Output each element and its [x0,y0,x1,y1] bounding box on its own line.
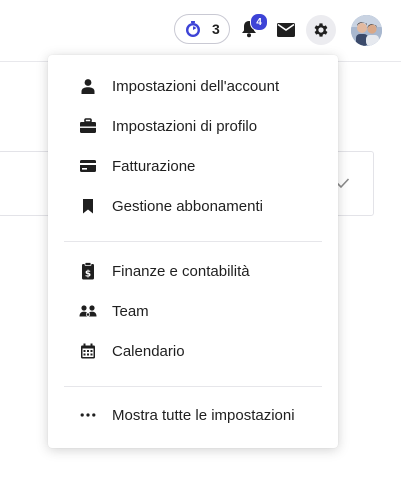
menu-item-label: Calendario [112,342,185,360]
bookmark-icon [79,197,97,215]
mail-icon [276,22,296,38]
credit-card-icon [79,157,97,175]
menu-item-label: Impostazioni dell'account [112,77,280,95]
menu-item-label: Fatturazione [112,157,196,175]
briefcase-icon [79,117,97,135]
timer-button[interactable]: 3 [174,14,230,44]
top-bar: 3 4 [0,0,401,62]
menu-divider [64,386,322,387]
menu-item-team[interactable]: Team [48,293,338,329]
menu-item-calendar[interactable]: Calendario [48,333,338,369]
svg-text:$: $ [85,270,91,280]
timer-count: 3 [212,21,220,37]
settings-menu: Impostazioni dell'account Impostazioni d… [48,55,338,448]
check-icon [336,176,350,189]
gear-icon [312,21,330,39]
menu-item-billing[interactable]: Fatturazione [48,148,338,184]
person-icon [79,77,97,95]
messages-button[interactable] [276,22,296,38]
menu-item-finance[interactable]: $ Finanze e contabilità [48,253,338,289]
menu-item-label: Mostra tutte le impostazioni [112,406,295,424]
menu-item-show-all-settings[interactable]: Mostra tutte le impostazioni [48,397,338,433]
avatar[interactable] [351,15,382,46]
page: 3 4 Impostazioni dell'account Impostazio… [0,0,401,491]
menu-item-label: Impostazioni di profilo [112,117,258,135]
calendar-icon [79,342,97,360]
menu-divider [64,241,322,242]
menu-item-label: Gestione abbonamenti [112,197,263,215]
team-icon [79,302,97,320]
menu-item-label: Team [112,302,149,320]
menu-item-profile-settings[interactable]: Impostazioni di profilo [48,108,338,144]
menu-item-subscriptions[interactable]: Gestione abbonamenti [48,188,338,224]
stopwatch-icon [184,20,202,38]
menu-item-label: Finanze e contabilità [112,262,250,280]
more-horizontal-icon [79,406,97,424]
notification-badge: 4 [250,13,268,31]
menu-item-account-settings[interactable]: Impostazioni dell'account [48,68,338,104]
settings-button[interactable] [306,15,336,45]
clipboard-dollar-icon: $ [79,262,97,280]
